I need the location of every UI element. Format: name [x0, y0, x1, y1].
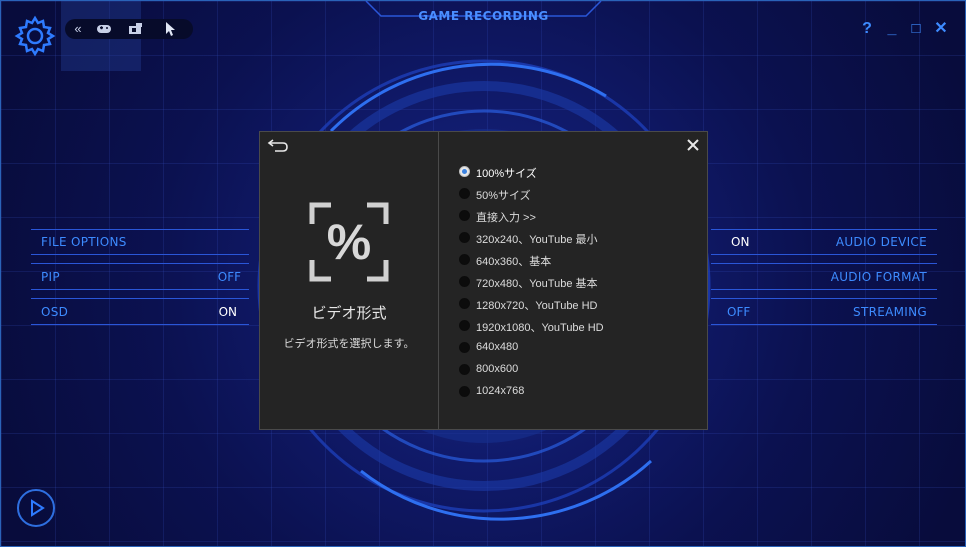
divider: [31, 324, 249, 325]
pip-value[interactable]: OFF: [218, 270, 241, 284]
radio-button[interactable]: [459, 386, 470, 397]
radio-button[interactable]: [459, 320, 470, 331]
radio-button[interactable]: [459, 342, 470, 353]
minimize-button[interactable]: _: [883, 19, 901, 39]
option-label: 320x240、YouTube 最小: [476, 234, 598, 246]
radio-button[interactable]: [459, 276, 470, 287]
audio-format-label: AUDIO FORMAT: [830, 270, 927, 284]
divider: [711, 289, 937, 290]
option-label: 720x480、YouTube 基本: [476, 278, 598, 290]
divider: [711, 324, 937, 325]
cursor-icon[interactable]: [161, 21, 179, 37]
radio-button[interactable]: [459, 188, 470, 199]
collapse-icon[interactable]: «: [69, 21, 87, 37]
audio-device-row[interactable]: ON AUDIO DEVICE: [711, 231, 937, 255]
radio-button[interactable]: [459, 254, 470, 265]
audio-device-value[interactable]: ON: [731, 235, 749, 249]
video-format-dialog: % ビデオ形式 ビデオ形式を選択します。 100%サイズ 50%サイズ 直接入力…: [259, 131, 708, 430]
app-window: « GAME RECORDING ? _ □ ✕ FILE OPTIONS PI…: [0, 0, 966, 547]
percent-icon: %: [309, 202, 389, 282]
dialog-info-panel: % ビデオ形式 ビデオ形式を選択します。: [260, 132, 439, 429]
pip-label: PIP: [41, 270, 60, 284]
streaming-value[interactable]: OFF: [727, 305, 750, 319]
dialog-close-icon[interactable]: [685, 138, 701, 154]
option-label: 1024x768: [476, 385, 525, 397]
title-bar: GAME RECORDING: [361, 1, 606, 31]
osd-label: OSD: [41, 305, 69, 319]
dialog-title: ビデオ形式: [311, 305, 387, 322]
streaming-label: STREAMING: [853, 305, 927, 319]
close-button[interactable]: ✕: [932, 19, 950, 39]
divider: [31, 263, 249, 264]
option-label: 1920x1080、YouTube HD: [476, 322, 604, 334]
file-options-label: FILE OPTIONS: [41, 235, 127, 249]
help-button[interactable]: ?: [858, 19, 876, 39]
capture-toolbar: «: [65, 19, 193, 39]
camera-icon[interactable]: [127, 21, 145, 37]
divider: [31, 289, 249, 290]
settings-gear-icon[interactable]: [14, 15, 56, 57]
osd-row[interactable]: OSD ON: [31, 301, 249, 325]
option-label: 直接入力 >>: [476, 212, 536, 224]
radio-button[interactable]: [459, 232, 470, 243]
option-label: 640x360、基本: [476, 256, 552, 268]
radio-button[interactable]: [459, 166, 470, 177]
play-icon: [31, 499, 45, 517]
dialog-description: ビデオ形式を選択します。: [283, 338, 415, 350]
gamepad-icon[interactable]: [95, 21, 113, 37]
osd-value[interactable]: ON: [219, 305, 237, 319]
option-label: 640x480: [476, 341, 519, 353]
radio-button[interactable]: [459, 364, 470, 375]
audio-device-label: AUDIO DEVICE: [835, 235, 927, 249]
divider: [711, 298, 937, 299]
divider: [31, 298, 249, 299]
file-options-row[interactable]: FILE OPTIONS: [31, 231, 249, 255]
record-play-button[interactable]: [17, 489, 55, 527]
option-label: 50%サイズ: [476, 190, 531, 202]
option-label: 1280x720、YouTube HD: [476, 300, 598, 312]
radio-button[interactable]: [459, 210, 470, 221]
option-label: 100%サイズ: [476, 168, 537, 180]
pip-row[interactable]: PIP OFF: [31, 266, 249, 290]
radio-button[interactable]: [459, 298, 470, 309]
option-label: 800x600: [476, 363, 519, 375]
percent-glyph: %: [326, 214, 372, 270]
audio-format-row[interactable]: AUDIO FORMAT: [711, 266, 937, 290]
divider: [711, 254, 937, 255]
app-title: GAME RECORDING: [418, 9, 549, 23]
divider: [711, 263, 937, 264]
back-icon[interactable]: [267, 137, 289, 153]
divider: [31, 254, 249, 255]
divider: [711, 229, 937, 230]
maximize-button[interactable]: □: [907, 19, 925, 39]
divider: [31, 229, 249, 230]
streaming-row[interactable]: OFF STREAMING: [711, 301, 937, 325]
